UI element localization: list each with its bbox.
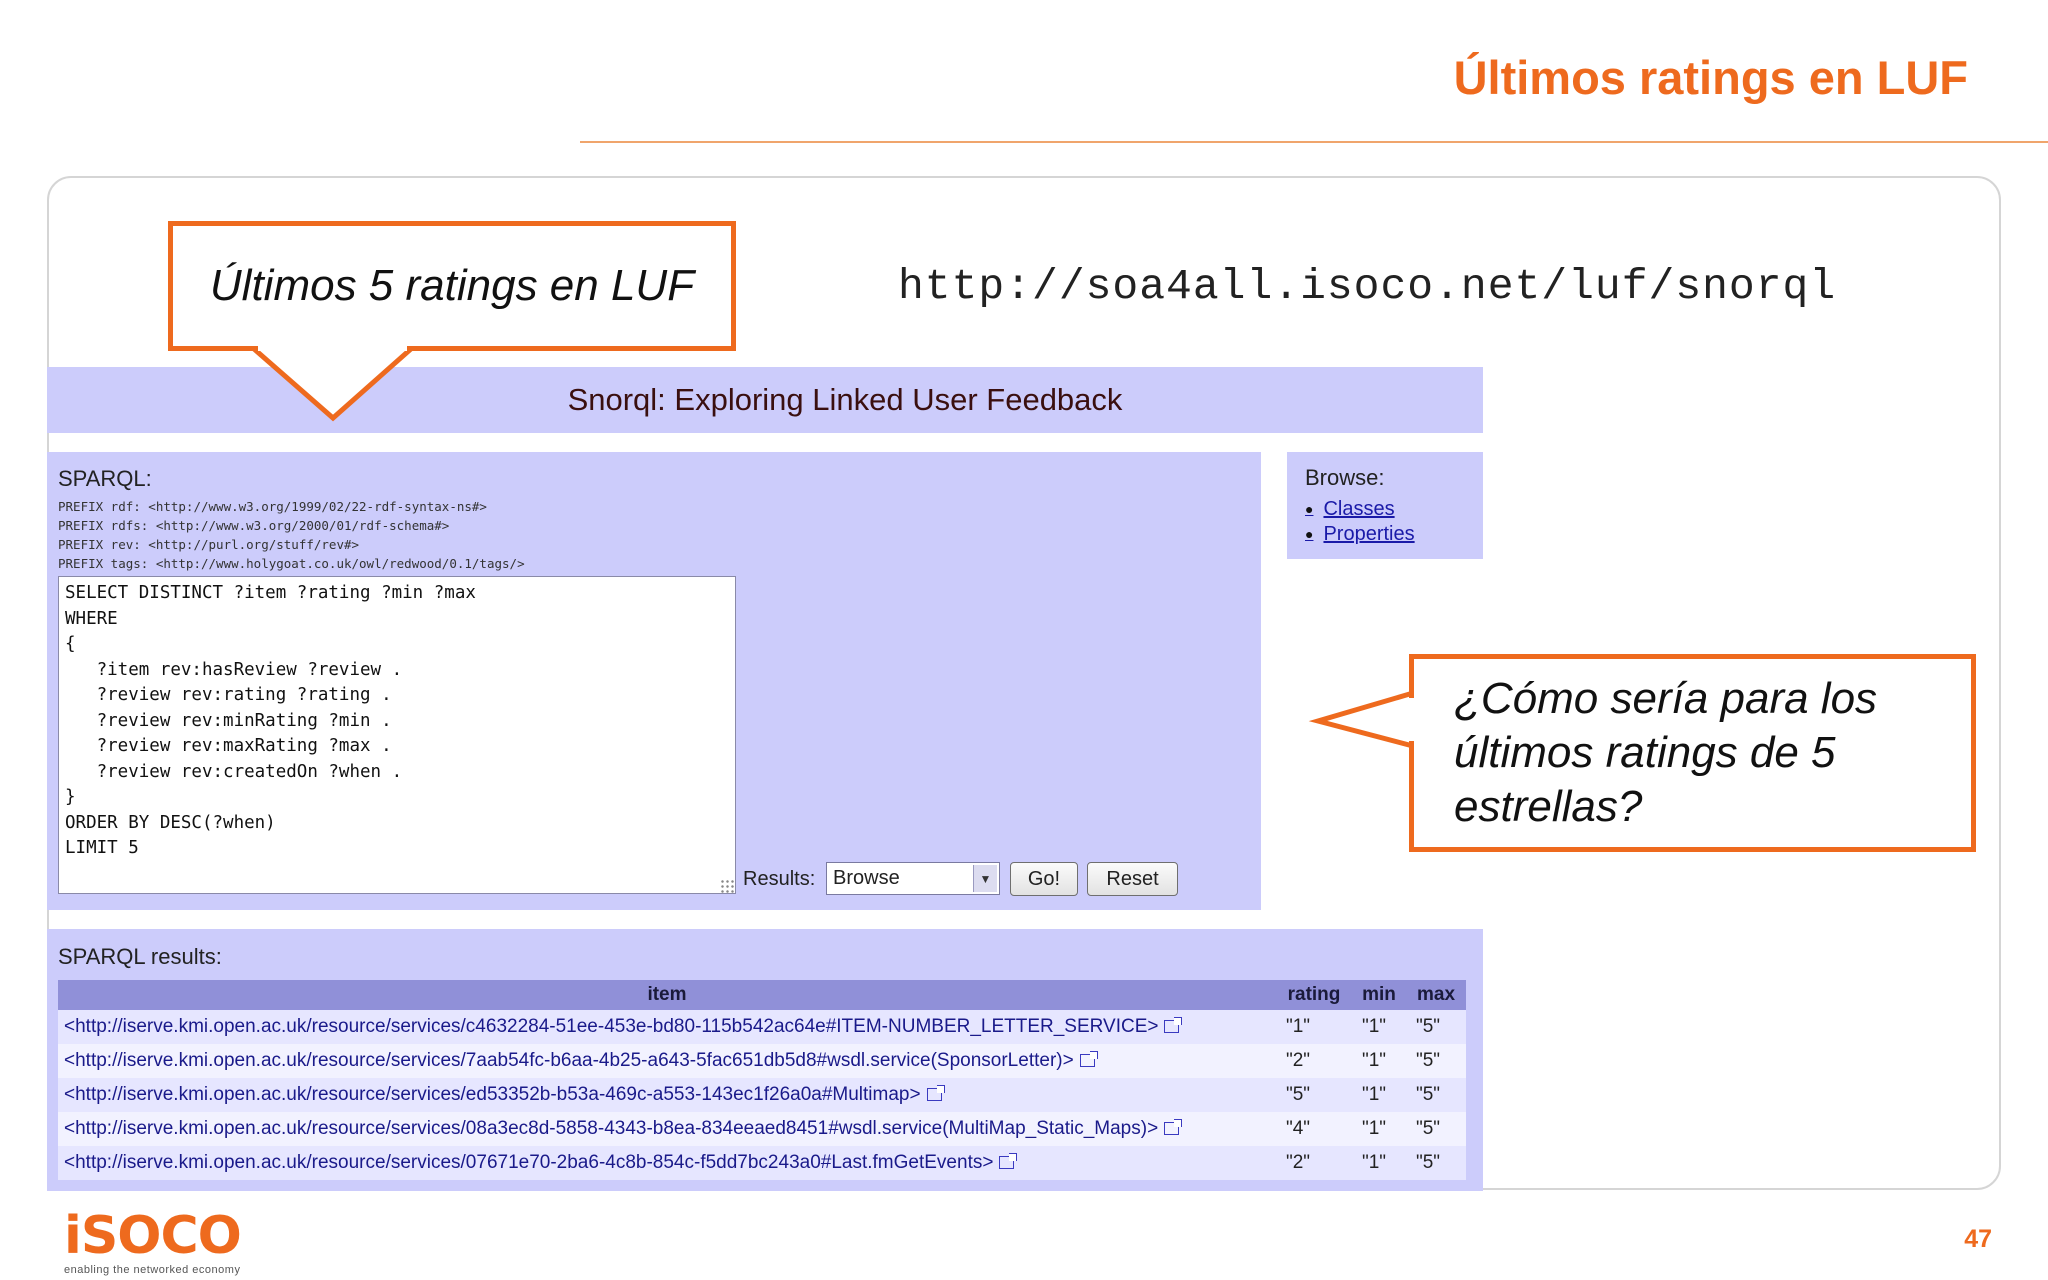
table-row: <http://iserve.kmi.open.ac.uk/resource/s…: [58, 1146, 1466, 1180]
prefix-line: PREFIX rdf: <http://www.w3.org/1999/02/2…: [58, 499, 487, 514]
bullet-icon: ●: [1305, 501, 1314, 517]
prefix-line: PREFIX tags: <http://www.holygoat.co.uk/…: [58, 556, 525, 571]
item-cell[interactable]: <http://iserve.kmi.open.ac.uk/resource/s…: [58, 1112, 1276, 1146]
external-link-icon[interactable]: [1079, 1051, 1098, 1067]
table-row: <http://iserve.kmi.open.ac.uk/resource/s…: [58, 1010, 1466, 1044]
url-text: http://soa4all.isoco.net/luf/snorql: [898, 262, 1837, 311]
callout-question-text: ¿Cómo sería para los últimos ratings de …: [1454, 674, 1878, 831]
isoco-logo: iSOCO enabling the networked economy: [64, 1206, 242, 1276]
callout-question: ¿Cómo sería para los últimos ratings de …: [1409, 654, 1976, 852]
browse-link-classes[interactable]: ● Classes: [1305, 497, 1465, 522]
title-rule: [580, 141, 2048, 143]
prefix-list: PREFIX rdf: <http://www.w3.org/1999/02/2…: [58, 497, 525, 573]
snorql-header: Snorql: Exploring Linked User Feedback: [47, 367, 1483, 433]
browse-link-label[interactable]: Properties: [1323, 522, 1414, 547]
max-cell: "5": [1406, 1044, 1466, 1078]
max-cell: "5": [1406, 1112, 1466, 1146]
item-cell[interactable]: <http://iserve.kmi.open.ac.uk/resource/s…: [58, 1078, 1276, 1112]
item-cell[interactable]: <http://iserve.kmi.open.ac.uk/resource/s…: [58, 1010, 1276, 1044]
results-panel: SPARQL results: item rating min max <htt…: [47, 929, 1483, 1191]
external-link-icon[interactable]: [1164, 1119, 1183, 1135]
sparql-label: SPARQL:: [58, 466, 152, 491]
rating-cell: "2": [1276, 1146, 1352, 1180]
results-title: SPARQL results:: [58, 944, 222, 969]
item-link[interactable]: <http://iserve.kmi.open.ac.uk/resource/s…: [64, 1084, 921, 1105]
item-link[interactable]: <http://iserve.kmi.open.ac.uk/resource/s…: [64, 1152, 993, 1173]
item-cell[interactable]: <http://iserve.kmi.open.ac.uk/resource/s…: [58, 1146, 1276, 1180]
logo-tagline: enabling the networked economy: [64, 1264, 241, 1276]
results-format-value: Browse: [833, 867, 900, 889]
table-header-row: item rating min max: [58, 980, 1466, 1010]
table-row: <http://iserve.kmi.open.ac.uk/resource/s…: [58, 1112, 1466, 1146]
page-number: 47: [1964, 1225, 1992, 1253]
browse-link-properties[interactable]: ● Properties: [1305, 522, 1465, 547]
external-link-icon[interactable]: [999, 1153, 1018, 1169]
browse-label: Browse:: [1305, 465, 1385, 490]
min-cell: "1": [1352, 1146, 1406, 1180]
column-header-rating: rating: [1276, 980, 1352, 1010]
browse-panel: Browse: ● Classes ● Properties: [1287, 452, 1483, 559]
item-link[interactable]: <http://iserve.kmi.open.ac.uk/resource/s…: [64, 1050, 1074, 1071]
sparql-panel: SPARQL: PREFIX rdf: <http://www.w3.org/1…: [47, 452, 1261, 910]
query-textarea[interactable]: SELECT DISTINCT ?item ?rating ?min ?max …: [58, 576, 736, 894]
slide-title: Últimos ratings en LUF: [1453, 51, 1968, 104]
reset-button[interactable]: Reset: [1087, 862, 1178, 896]
min-cell: "1": [1352, 1112, 1406, 1146]
column-header-max: max: [1406, 980, 1466, 1010]
column-header-item: item: [58, 980, 1276, 1010]
rating-cell: "5": [1276, 1078, 1352, 1112]
rating-cell: "1": [1276, 1010, 1352, 1044]
results-format-label: Results:: [743, 868, 816, 890]
item-link[interactable]: <http://iserve.kmi.open.ac.uk/resource/s…: [64, 1118, 1158, 1139]
table-row: <http://iserve.kmi.open.ac.uk/resource/s…: [58, 1044, 1466, 1078]
min-cell: "1": [1352, 1078, 1406, 1112]
results-table: item rating min max <http://iserve.kmi.o…: [58, 980, 1466, 1180]
go-button[interactable]: Go!: [1010, 862, 1078, 896]
external-link-icon[interactable]: [926, 1085, 945, 1101]
snorql-header-title: Snorql: Exploring Linked User Feedback: [567, 382, 1123, 417]
resize-grip-icon[interactable]: [720, 879, 734, 893]
item-cell[interactable]: <http://iserve.kmi.open.ac.uk/resource/s…: [58, 1044, 1276, 1078]
rating-cell: "2": [1276, 1044, 1352, 1078]
callout-last-ratings: Últimos 5 ratings en LUF: [168, 221, 736, 351]
prefix-line: PREFIX rdfs: <http://www.w3.org/2000/01/…: [58, 518, 450, 533]
table-row: <http://iserve.kmi.open.ac.uk/resource/s…: [58, 1078, 1466, 1112]
browse-link-label[interactable]: Classes: [1323, 497, 1394, 522]
callout-last-ratings-text: Últimos 5 ratings en LUF: [209, 261, 695, 310]
max-cell: "5": [1406, 1146, 1466, 1180]
max-cell: "5": [1406, 1010, 1466, 1044]
results-format-select[interactable]: Browse ▼: [826, 862, 1000, 895]
min-cell: "1": [1352, 1044, 1406, 1078]
min-cell: "1": [1352, 1010, 1406, 1044]
bullet-icon: ●: [1305, 526, 1314, 542]
prefix-line: PREFIX rev: <http://purl.org/stuff/rev#>: [58, 537, 360, 552]
item-link[interactable]: <http://iserve.kmi.open.ac.uk/resource/s…: [64, 1016, 1158, 1037]
external-link-icon[interactable]: [1164, 1017, 1183, 1033]
rating-cell: "4": [1276, 1112, 1352, 1146]
max-cell: "5": [1406, 1078, 1466, 1112]
chevron-down-icon[interactable]: ▼: [973, 865, 997, 892]
logo-wordmark: iSOCO: [64, 1206, 242, 1266]
column-header-min: min: [1352, 980, 1406, 1010]
